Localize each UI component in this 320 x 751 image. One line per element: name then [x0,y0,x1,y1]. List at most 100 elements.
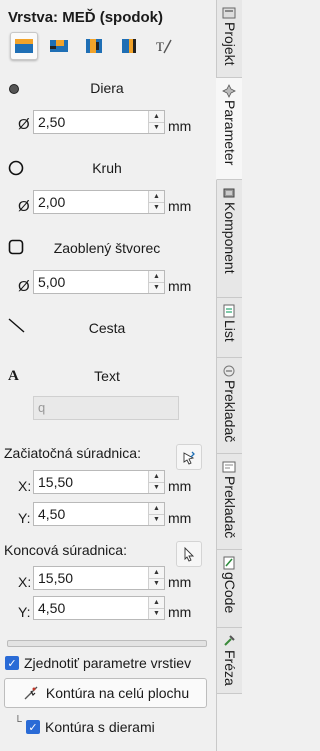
pick-end-button[interactable] [176,541,202,567]
contour-whole-area-button[interactable]: Kontúra na celú plochu [4,678,207,708]
contour-whole-area-label: Kontúra na celú plochu [45,685,190,701]
spin-up-icon[interactable]: ▲ [149,503,164,514]
rounded-square-spinner[interactable]: ▲ ▼ [148,271,164,293]
unify-layers-label: Zjednotiť parametre vrstiev [24,655,192,671]
end-y-input[interactable]: 4,50 ▲ ▼ [33,596,165,620]
spin-up-icon[interactable]: ▲ [149,271,164,282]
start-x-input[interactable]: 15,50 ▲ ▼ [33,470,165,494]
end-x-unit: mm [168,574,192,590]
spin-down-icon[interactable]: ▼ [149,577,164,589]
component-icon [223,188,235,198]
start-y-input[interactable]: 4,50 ▲ ▼ [33,502,165,526]
end-y-value: 4,50 [38,600,66,616]
circle-label: Kruh [92,160,122,176]
circle-diameter-symbol: Ø [18,198,30,215]
spin-up-icon[interactable]: ▲ [149,471,164,482]
hole-diameter-symbol: Ø [18,116,30,133]
end-y-unit: mm [168,604,192,620]
rounded-square-unit: mm [168,278,192,294]
layer-mid-icon [50,40,68,52]
tab-prekladac-2-label: Prekladač [222,476,238,539]
tab-prekladac-1-label: Prekladač [222,380,238,443]
spin-up-icon[interactable]: ▲ [149,111,164,122]
svg-text:T: T [156,39,164,54]
contour-holes-checkbox[interactable]: ✓ Kontúra s dierami [26,719,155,735]
progress-bar [7,640,207,647]
pick-cursor-icon [183,451,195,465]
end-y-label: Y: [18,604,31,620]
spin-up-icon[interactable]: ▲ [149,567,164,578]
hole-diameter-input[interactable]: 2,50 ▲ ▼ [33,110,165,134]
layer-top-icon [15,39,33,53]
hole-spinner[interactable]: ▲ ▼ [148,111,164,133]
layer-text-button[interactable]: T [150,32,178,60]
rounded-square-diameter-symbol: Ø [18,278,30,295]
hole-label: Diera [90,80,124,96]
tab-komponent[interactable]: Komponent [217,180,242,298]
parameter-panel: Vrstva: MEĎ (spodok) T Diera Ø 2,50 ▲ ▼ … [0,0,216,751]
parameter-icon [222,84,236,98]
text-input[interactable]: q [33,396,179,420]
tab-projekt[interactable]: Projekt [217,0,242,78]
circle-diameter-input[interactable]: 2,00 ▲ ▼ [33,190,165,214]
spin-up-icon[interactable]: ▲ [149,191,164,202]
tab-prekladac-1[interactable]: Prekladač [217,358,242,454]
tab-gcode-label: gCode [222,572,238,614]
tab-prekladac-2[interactable]: Prekladač [217,454,242,550]
spin-down-icon[interactable]: ▼ [149,481,164,493]
start-y-label: Y: [18,510,31,526]
pick-start-button[interactable] [176,444,202,470]
text-label: Text [94,368,120,384]
tab-gcode[interactable]: gCode [217,550,242,628]
tab-parameter-label: Parameter [222,100,238,166]
layer-bottom-button[interactable] [80,32,108,60]
tab-list-label: List [222,320,238,342]
layer-side-button[interactable] [115,32,143,60]
tab-parameter[interactable]: Parameter [216,78,242,180]
spin-down-icon[interactable]: ▼ [149,281,164,293]
start-x-value: 15,50 [38,474,74,490]
hole-unit: mm [168,118,192,134]
spin-down-icon[interactable]: ▼ [149,607,164,619]
contour-holes-label: Kontúra s dierami [45,719,155,735]
translator-icon [223,365,235,377]
rounded-square-diameter-value: 5,00 [38,274,66,290]
end-y-spinner[interactable]: ▲ ▼ [148,597,164,619]
tree-branch: └ [14,716,22,728]
start-x-spinner[interactable]: ▲ ▼ [148,471,164,493]
end-x-label: X: [18,574,32,590]
circle-spinner[interactable]: ▲ ▼ [148,191,164,213]
checkbox-checked-icon: ✓ [5,656,19,670]
mill-icon [224,635,235,646]
layer-top-button[interactable] [10,32,38,60]
start-x-unit: mm [168,478,192,494]
project-icon [222,7,236,19]
start-x-label: X: [18,478,32,494]
layer-title: Vrstva: MEĎ (spodok) [8,9,164,26]
end-x-input[interactable]: 15,50 ▲ ▼ [33,566,165,590]
spin-down-icon[interactable]: ▼ [149,513,164,525]
end-x-spinner[interactable]: ▲ ▼ [148,567,164,589]
rounded-square-diameter-input[interactable]: 5,00 ▲ ▼ [33,270,165,294]
layer-toolbar: T [10,32,178,62]
layer-mid-button[interactable] [45,32,73,60]
unify-layers-checkbox[interactable]: ✓ Zjednotiť parametre vrstiev [5,655,191,671]
path-label: Cesta [88,320,126,336]
tab-projekt-label: Projekt [222,22,238,66]
start-y-unit: mm [168,510,192,526]
tab-list[interactable]: List [217,298,242,358]
list-icon [223,304,235,318]
tab-freza-label: Fréza [222,650,238,686]
tab-komponent-label: Komponent [222,202,238,274]
start-y-spinner[interactable]: ▲ ▼ [148,503,164,525]
spin-up-icon[interactable]: ▲ [149,597,164,608]
end-x-value: 15,50 [38,570,74,586]
checkbox-checked-icon: ✓ [26,720,40,734]
gcode-icon [223,556,235,570]
contour-icon [24,686,38,700]
spin-down-icon[interactable]: ▼ [149,201,164,213]
spin-down-icon[interactable]: ▼ [149,121,164,133]
translator2-icon [222,461,236,473]
end-coordinate-label: Koncová súradnica: [4,542,127,558]
tab-freza[interactable]: Fréza [217,628,242,694]
